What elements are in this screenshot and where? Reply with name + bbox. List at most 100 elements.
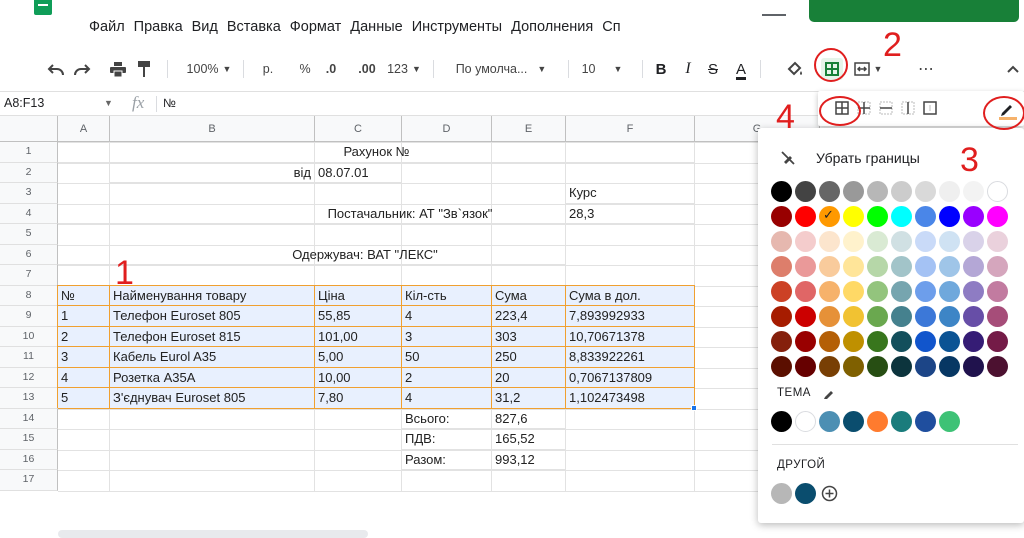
color-swatch[interactable]	[987, 356, 1008, 377]
color-swatch[interactable]	[771, 256, 792, 277]
color-swatch[interactable]	[771, 306, 792, 327]
color-swatch[interactable]	[891, 331, 912, 352]
table-cell[interactable]: 223,4	[492, 306, 566, 327]
color-swatch[interactable]	[963, 306, 984, 327]
theme-color-swatch[interactable]	[939, 411, 960, 432]
column-header[interactable]: B	[110, 116, 315, 142]
color-swatch[interactable]	[939, 331, 960, 352]
color-swatch[interactable]	[891, 256, 912, 277]
color-swatch[interactable]	[987, 281, 1008, 302]
color-swatch[interactable]	[987, 206, 1008, 227]
edit-theme-icon[interactable]	[823, 387, 835, 399]
name-box-dropdown-icon[interactable]: ▼	[104, 98, 113, 108]
table-header-cell[interactable]: №	[58, 285, 110, 306]
paint-format-icon[interactable]	[132, 52, 156, 86]
font-select[interactable]: По умолча... ▼	[442, 52, 560, 86]
name-box[interactable]: A8:F13	[4, 96, 44, 110]
font-size-select[interactable]: 10 ▼	[574, 52, 630, 86]
column-header[interactable]: D	[402, 116, 492, 142]
print-icon[interactable]	[106, 52, 130, 86]
color-swatch[interactable]	[795, 256, 816, 277]
table-cell[interactable]: Телефон Euroset 815	[110, 326, 315, 347]
table-cell[interactable]: 0,7067137809	[566, 367, 695, 388]
color-swatch[interactable]	[915, 256, 936, 277]
color-swatch[interactable]	[939, 281, 960, 302]
color-swatch[interactable]	[963, 281, 984, 302]
color-swatch[interactable]	[795, 356, 816, 377]
color-swatch[interactable]	[915, 206, 936, 227]
color-swatch[interactable]	[771, 331, 792, 352]
menu-item[interactable]: Формат	[290, 19, 342, 35]
table-header-cell[interactable]: Кіл-сть	[402, 285, 492, 306]
total-label[interactable]: ПДВ:	[402, 429, 492, 450]
fill-handle[interactable]	[691, 404, 697, 411]
table-header-cell[interactable]: Сума	[492, 285, 566, 306]
color-swatch[interactable]	[795, 231, 816, 252]
color-swatch[interactable]	[843, 356, 864, 377]
table-cell[interactable]: 20	[492, 367, 566, 388]
table-cell[interactable]: 8,833922261	[566, 347, 695, 368]
table-cell[interactable]: 31,2	[492, 388, 566, 409]
color-swatch[interactable]	[843, 231, 864, 252]
color-swatch[interactable]	[771, 181, 792, 202]
theme-color-swatch[interactable]	[795, 411, 816, 432]
row-header[interactable]: 15	[0, 429, 58, 450]
row-header[interactable]: 2	[0, 162, 58, 183]
italic-button[interactable]: I	[677, 52, 699, 86]
color-swatch[interactable]: ✓	[819, 206, 840, 227]
formula-input[interactable]: №	[163, 96, 176, 110]
total-value[interactable]: 993,12	[492, 449, 566, 470]
color-swatch[interactable]	[819, 231, 840, 252]
fill-color-icon[interactable]	[784, 52, 806, 86]
custom-color-swatch[interactable]	[795, 483, 816, 504]
table-header-cell[interactable]: Найменування товару	[110, 285, 315, 306]
table-cell[interactable]: 2	[402, 367, 492, 388]
menu-item[interactable]: Правка	[134, 19, 183, 35]
zoom-select[interactable]: 100% ▼	[178, 52, 240, 86]
color-swatch[interactable]	[795, 306, 816, 327]
table-cell[interactable]: 4	[58, 367, 110, 388]
color-swatch[interactable]	[843, 281, 864, 302]
color-swatch[interactable]	[939, 306, 960, 327]
theme-color-swatch[interactable]	[915, 411, 936, 432]
recipient-cell[interactable]: Одержувач: ВАТ "ЛЕКС"	[58, 244, 566, 265]
supplier-cell[interactable]: Постачальник: АТ "Зв`язок"	[58, 203, 566, 224]
color-swatch[interactable]	[963, 256, 984, 277]
color-swatch[interactable]	[987, 231, 1008, 252]
date-value[interactable]: 08.07.01	[315, 162, 402, 183]
column-header[interactable]: F	[566, 116, 695, 142]
total-value[interactable]: 165,52	[492, 429, 566, 450]
table-cell[interactable]: 3	[58, 347, 110, 368]
row-header[interactable]: 3	[0, 183, 58, 204]
row-header[interactable]: 12	[0, 367, 58, 388]
table-cell[interactable]: 1,102473498	[566, 388, 695, 409]
color-swatch[interactable]	[939, 256, 960, 277]
color-swatch[interactable]	[795, 281, 816, 302]
border-color-button[interactable]	[997, 98, 1019, 120]
table-cell[interactable]: 7,80	[315, 388, 402, 409]
color-swatch[interactable]	[843, 306, 864, 327]
increase-decimal-button[interactable]: .00	[352, 52, 382, 86]
row-header[interactable]: 7	[0, 265, 58, 286]
table-cell[interactable]: 1	[58, 306, 110, 327]
color-swatch[interactable]	[891, 231, 912, 252]
total-label[interactable]: Всього:	[402, 408, 492, 429]
table-cell[interactable]: 7,893992933	[566, 306, 695, 327]
row-header[interactable]: 8	[0, 285, 58, 306]
row-header[interactable]: 9	[0, 306, 58, 327]
total-value[interactable]: 827,6	[492, 408, 566, 429]
more-button[interactable]: ⋯	[912, 52, 940, 86]
color-swatch[interactable]	[891, 356, 912, 377]
outer-borders-icon[interactable]	[923, 101, 937, 115]
row-header[interactable]: 4	[0, 203, 58, 224]
collapse-toolbar-icon[interactable]	[1004, 52, 1022, 86]
color-swatch[interactable]	[795, 181, 816, 202]
color-swatch[interactable]	[939, 206, 960, 227]
color-swatch[interactable]	[963, 231, 984, 252]
color-swatch[interactable]	[891, 206, 912, 227]
column-header[interactable]: C	[315, 116, 402, 142]
table-cell[interactable]: 55,85	[315, 306, 402, 327]
table-cell[interactable]: 10,00	[315, 367, 402, 388]
color-swatch[interactable]	[819, 281, 840, 302]
table-cell[interactable]: Телефон Euroset 805	[110, 306, 315, 327]
